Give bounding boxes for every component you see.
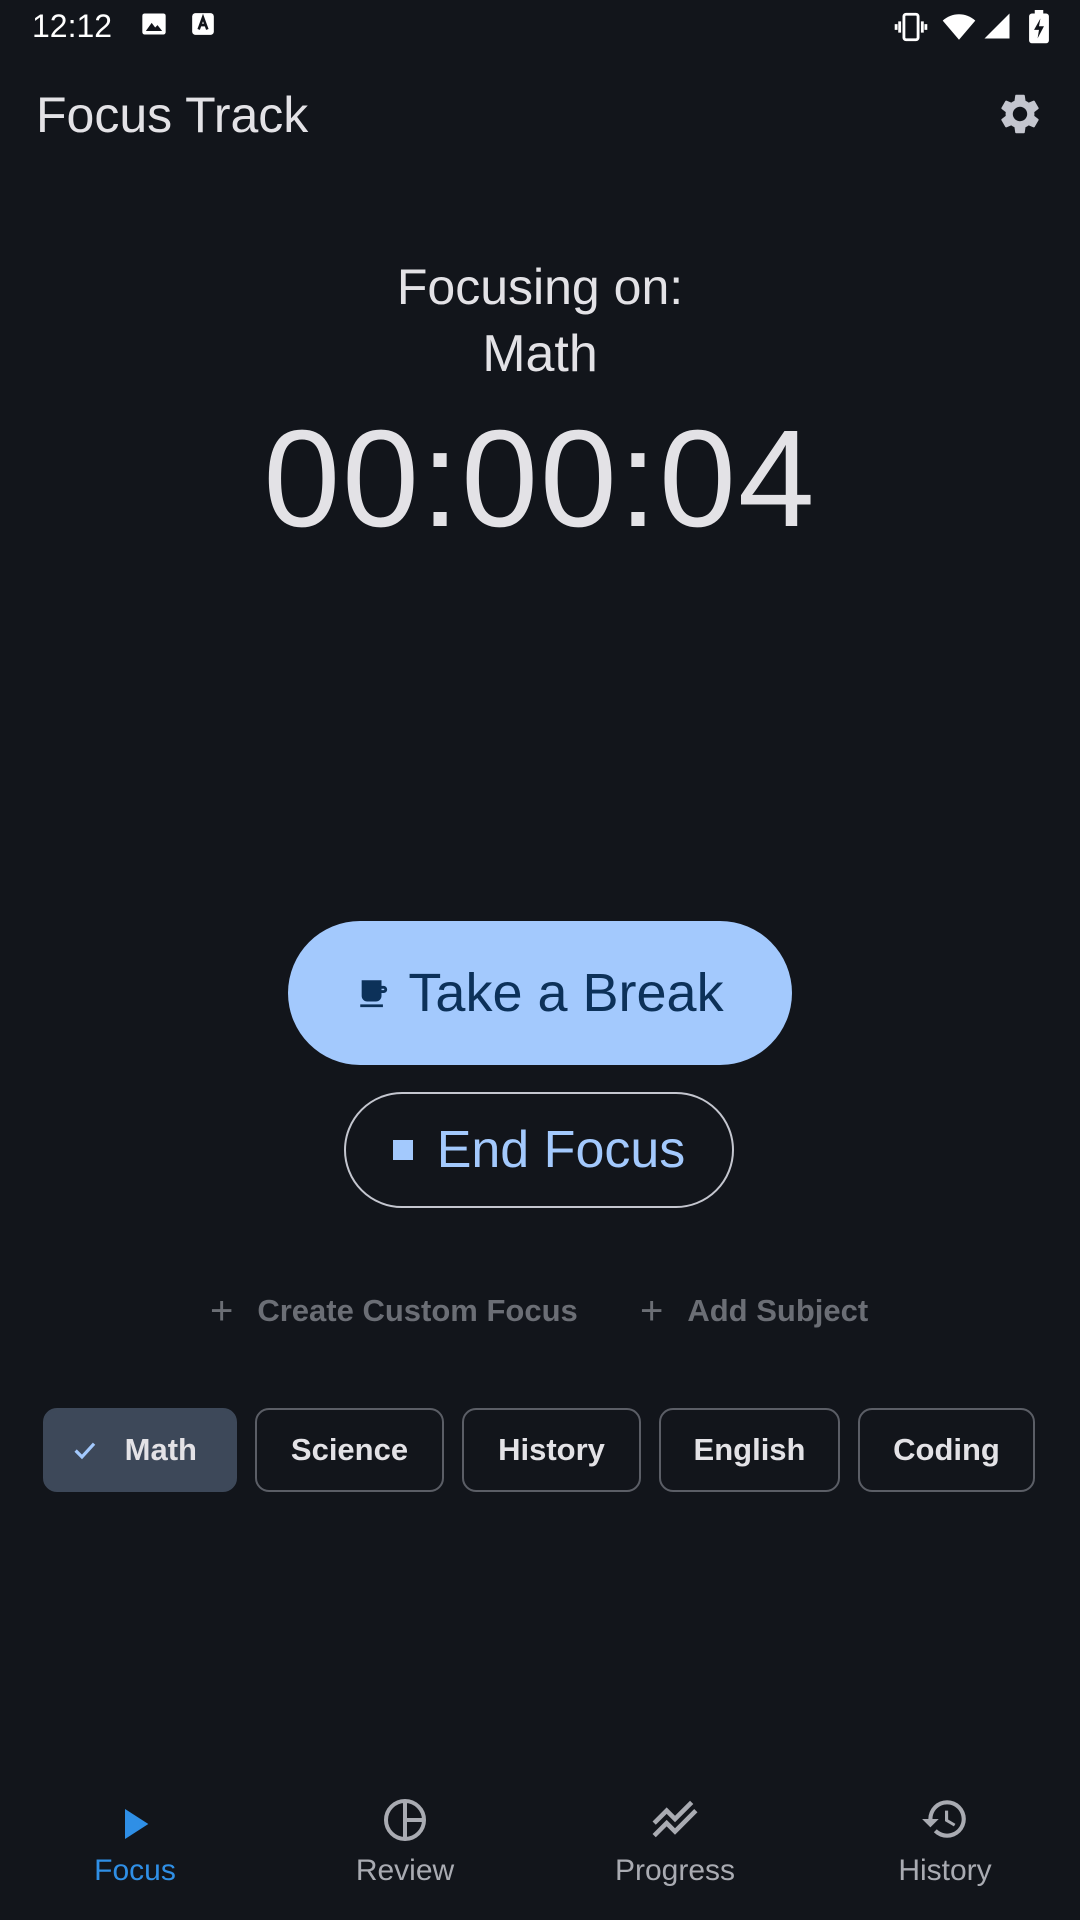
subject-chip-group: Math Science History English Coding <box>43 1408 1035 1492</box>
end-focus-button[interactable]: End Focus <box>344 1092 734 1208</box>
focus-timer: 00:00:04 <box>263 402 817 556</box>
stop-square-icon <box>392 1140 413 1160</box>
cell-signal-icon <box>984 13 1010 39</box>
nav-label: Review <box>355 1854 455 1887</box>
history-icon <box>922 1800 966 1838</box>
add-subject-label: Add Subject <box>687 1293 869 1328</box>
focus-subject: Math <box>482 325 598 383</box>
vibrate-icon <box>894 12 928 42</box>
plus-icon: + <box>640 1289 664 1333</box>
end-focus-label: End Focus <box>436 1121 686 1179</box>
coffee-cup-icon <box>360 980 388 1008</box>
chip-label: Math <box>124 1432 197 1467</box>
app-title: Focus Track <box>36 87 309 143</box>
pie-chart-icon <box>384 1799 426 1841</box>
subject-chip-coding[interactable]: Coding <box>858 1408 1035 1492</box>
bottom-navigation: Focus Review Progress History <box>0 1780 1080 1920</box>
chip-label: Coding <box>893 1432 1000 1467</box>
settings-button[interactable] <box>996 90 1052 146</box>
nav-label: Progress <box>614 1854 736 1887</box>
chip-label: English <box>693 1432 806 1467</box>
create-custom-focus-button[interactable]: + Create Custom Focus <box>210 1286 578 1336</box>
wifi-icon <box>942 14 976 40</box>
nav-item-review[interactable]: Review <box>270 1780 540 1920</box>
chip-label: History <box>498 1432 605 1467</box>
focus-label: Focusing on: <box>396 259 684 315</box>
subject-chip-english[interactable]: English <box>659 1408 840 1492</box>
subject-chip-math[interactable]: Math <box>43 1408 237 1492</box>
nav-label: Focus <box>94 1854 176 1887</box>
trending-icon <box>652 1800 698 1838</box>
nav-item-focus[interactable]: Focus <box>0 1780 270 1920</box>
add-subject-button[interactable]: + Add Subject <box>640 1286 868 1336</box>
nav-label: History <box>898 1854 992 1887</box>
text-a-icon <box>192 13 214 35</box>
image-icon <box>142 13 166 35</box>
status-bar: 12:12 <box>0 0 1080 56</box>
subject-chip-science[interactable]: Science <box>255 1408 444 1492</box>
check-icon <box>74 1442 96 1460</box>
battery-charging-icon <box>1029 10 1049 44</box>
plus-icon: + <box>210 1289 234 1333</box>
chip-label: Science <box>290 1432 409 1467</box>
gear-icon <box>1001 94 1039 134</box>
status-time: 12:12 <box>32 8 113 44</box>
nav-item-history[interactable]: History <box>810 1780 1080 1920</box>
create-custom-focus-label: Create Custom Focus <box>257 1293 578 1328</box>
take-break-button[interactable]: Take a Break <box>288 921 792 1065</box>
subject-chip-history[interactable]: History <box>462 1408 641 1492</box>
play-icon <box>125 1809 149 1839</box>
take-break-label: Take a Break <box>408 963 724 1023</box>
nav-item-progress[interactable]: Progress <box>540 1780 810 1920</box>
